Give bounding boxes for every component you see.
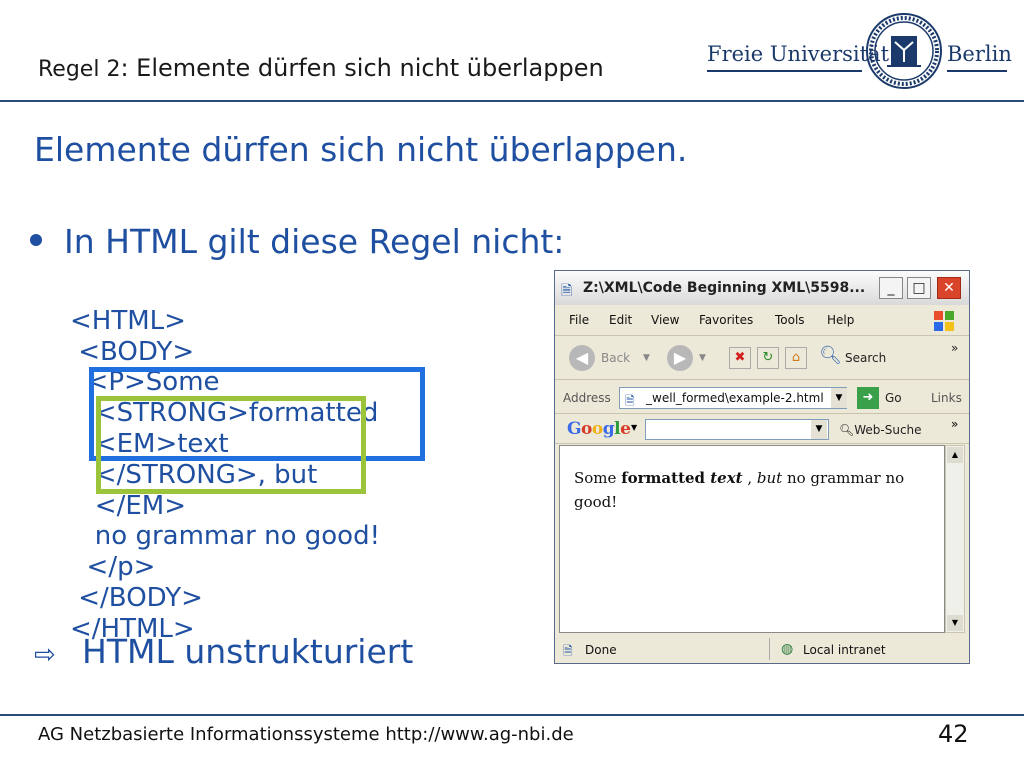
scroll-up-icon[interactable]: ▲ xyxy=(947,447,963,463)
code-line: </p> xyxy=(70,552,156,583)
minimize-button[interactable]: _ xyxy=(879,277,903,299)
logo-underline-right xyxy=(947,70,1007,72)
code-line: no grammar no good! xyxy=(70,521,381,552)
back-arrow-icon[interactable]: ◀ xyxy=(569,345,595,371)
status-divider xyxy=(769,638,770,660)
home-icon[interactable]: ⌂ xyxy=(785,347,807,369)
page-done-icon: 🗎 xyxy=(563,644,573,658)
refresh-icon[interactable]: ↻ xyxy=(757,347,779,369)
logo-text-right: Berlin xyxy=(947,42,1012,66)
menu-edit[interactable]: Edit xyxy=(609,313,632,327)
scroll-down-icon[interactable]: ▼ xyxy=(947,615,963,631)
code-line: <BODY> xyxy=(70,336,195,367)
bullet-dot-icon xyxy=(30,233,42,246)
menu-help[interactable]: Help xyxy=(827,313,854,327)
back-label[interactable]: Back xyxy=(601,351,630,365)
footer-divider xyxy=(0,714,1024,716)
forward-dropdown-icon[interactable]: ▼ xyxy=(699,353,706,363)
bullet-item: In HTML gilt diese Regel nicht: xyxy=(30,222,564,261)
university-logo: Freie Universität Berlin xyxy=(707,12,1012,94)
address-label: Address xyxy=(563,391,611,405)
close-button[interactable]: ✕ xyxy=(937,277,961,299)
toolbar-overflow[interactable]: » xyxy=(951,341,958,355)
windows-logo-icon xyxy=(934,311,954,331)
address-page-icon: 🗎 xyxy=(625,394,635,408)
university-seal-icon xyxy=(866,13,942,89)
code-line: </BODY> xyxy=(70,582,203,613)
address-dropdown-icon[interactable]: ▼ xyxy=(831,388,847,408)
footer-text: AG Netzbasierte Informationssysteme http… xyxy=(38,724,574,745)
menu-bar: File Edit View Favorites Tools Help xyxy=(555,307,969,336)
intranet-globe-icon: ◍ xyxy=(781,641,794,657)
menu-view[interactable]: View xyxy=(651,313,679,327)
google-logo[interactable]: Google xyxy=(567,419,631,439)
arrow-right-icon: ⇨ xyxy=(34,640,56,670)
maximize-button[interactable]: □ xyxy=(907,277,931,299)
ie-page-icon: 🗎 xyxy=(561,283,573,299)
vertical-scrollbar[interactable]: ▲ ▼ xyxy=(945,445,965,633)
page-content: Some formatted text , but no grammar no … xyxy=(559,445,945,633)
search-label[interactable]: Search xyxy=(845,351,886,365)
stop-icon[interactable]: ✖ xyxy=(729,347,751,369)
header-title: Regel 2: Elemente dürfen sich nicht über… xyxy=(38,54,604,82)
conclusion: ⇨ HTML unstrukturiert xyxy=(34,632,414,671)
go-button[interactable]: Go xyxy=(885,391,902,405)
browser-window: 🗎 Z:\XML\Code Beginning XML\5598... _ □ … xyxy=(554,270,970,664)
code-line: </EM> xyxy=(70,490,186,521)
em-highlight-box xyxy=(96,396,366,494)
address-input[interactable]: _well_formed\example-2.html xyxy=(619,387,847,409)
title-bar: 🗎 Z:\XML\Code Beginning XML\5598... _ □ … xyxy=(555,271,969,305)
forward-arrow-icon[interactable]: ▶ xyxy=(667,345,693,371)
google-toolbar-overflow[interactable]: » xyxy=(951,417,958,431)
google-input-dropdown-icon[interactable]: ▼ xyxy=(811,420,827,439)
menu-favorites[interactable]: Favorites xyxy=(699,313,753,327)
google-toolbar: Google ▼ ▼ 🔍︎Web-Suche » xyxy=(555,415,969,444)
zone-text: Local intranet xyxy=(803,643,886,657)
page-number: 42 xyxy=(938,720,969,748)
links-button[interactable]: Links xyxy=(931,391,962,405)
status-bar: 🗎 Done ◍ Local intranet xyxy=(555,635,969,663)
google-search-input[interactable] xyxy=(645,419,829,440)
address-bar: Address _well_formed\example-2.html 🗎 ▼ … xyxy=(555,383,969,414)
slide-heading: Elemente dürfen sich nicht überlappen. xyxy=(34,130,688,169)
header-divider xyxy=(0,100,1024,102)
logo-underline-left xyxy=(707,70,862,72)
back-dropdown-icon[interactable]: ▼ xyxy=(643,353,650,363)
toolbar: ◀ Back ▼ ▶ ▼ ✖ ↻ ⌂ 🔍︎ Search » xyxy=(555,337,969,380)
menu-file[interactable]: File xyxy=(569,313,589,327)
menu-tools[interactable]: Tools xyxy=(775,313,805,327)
google-dropdown-icon[interactable]: ▼ xyxy=(631,423,637,432)
rendered-text: Some formatted text , but no grammar no … xyxy=(574,469,905,511)
search-icon[interactable]: 🔍︎ xyxy=(819,345,842,366)
status-text: Done xyxy=(585,643,617,657)
code-line: <HTML> xyxy=(70,305,186,336)
web-search-button[interactable]: 🔍︎Web-Suche xyxy=(839,423,922,437)
logo-text-left: Freie Universität xyxy=(707,42,890,66)
window-title: Z:\XML\Code Beginning XML\5598... xyxy=(583,280,866,296)
go-arrow-icon[interactable]: ➜ xyxy=(857,387,879,409)
